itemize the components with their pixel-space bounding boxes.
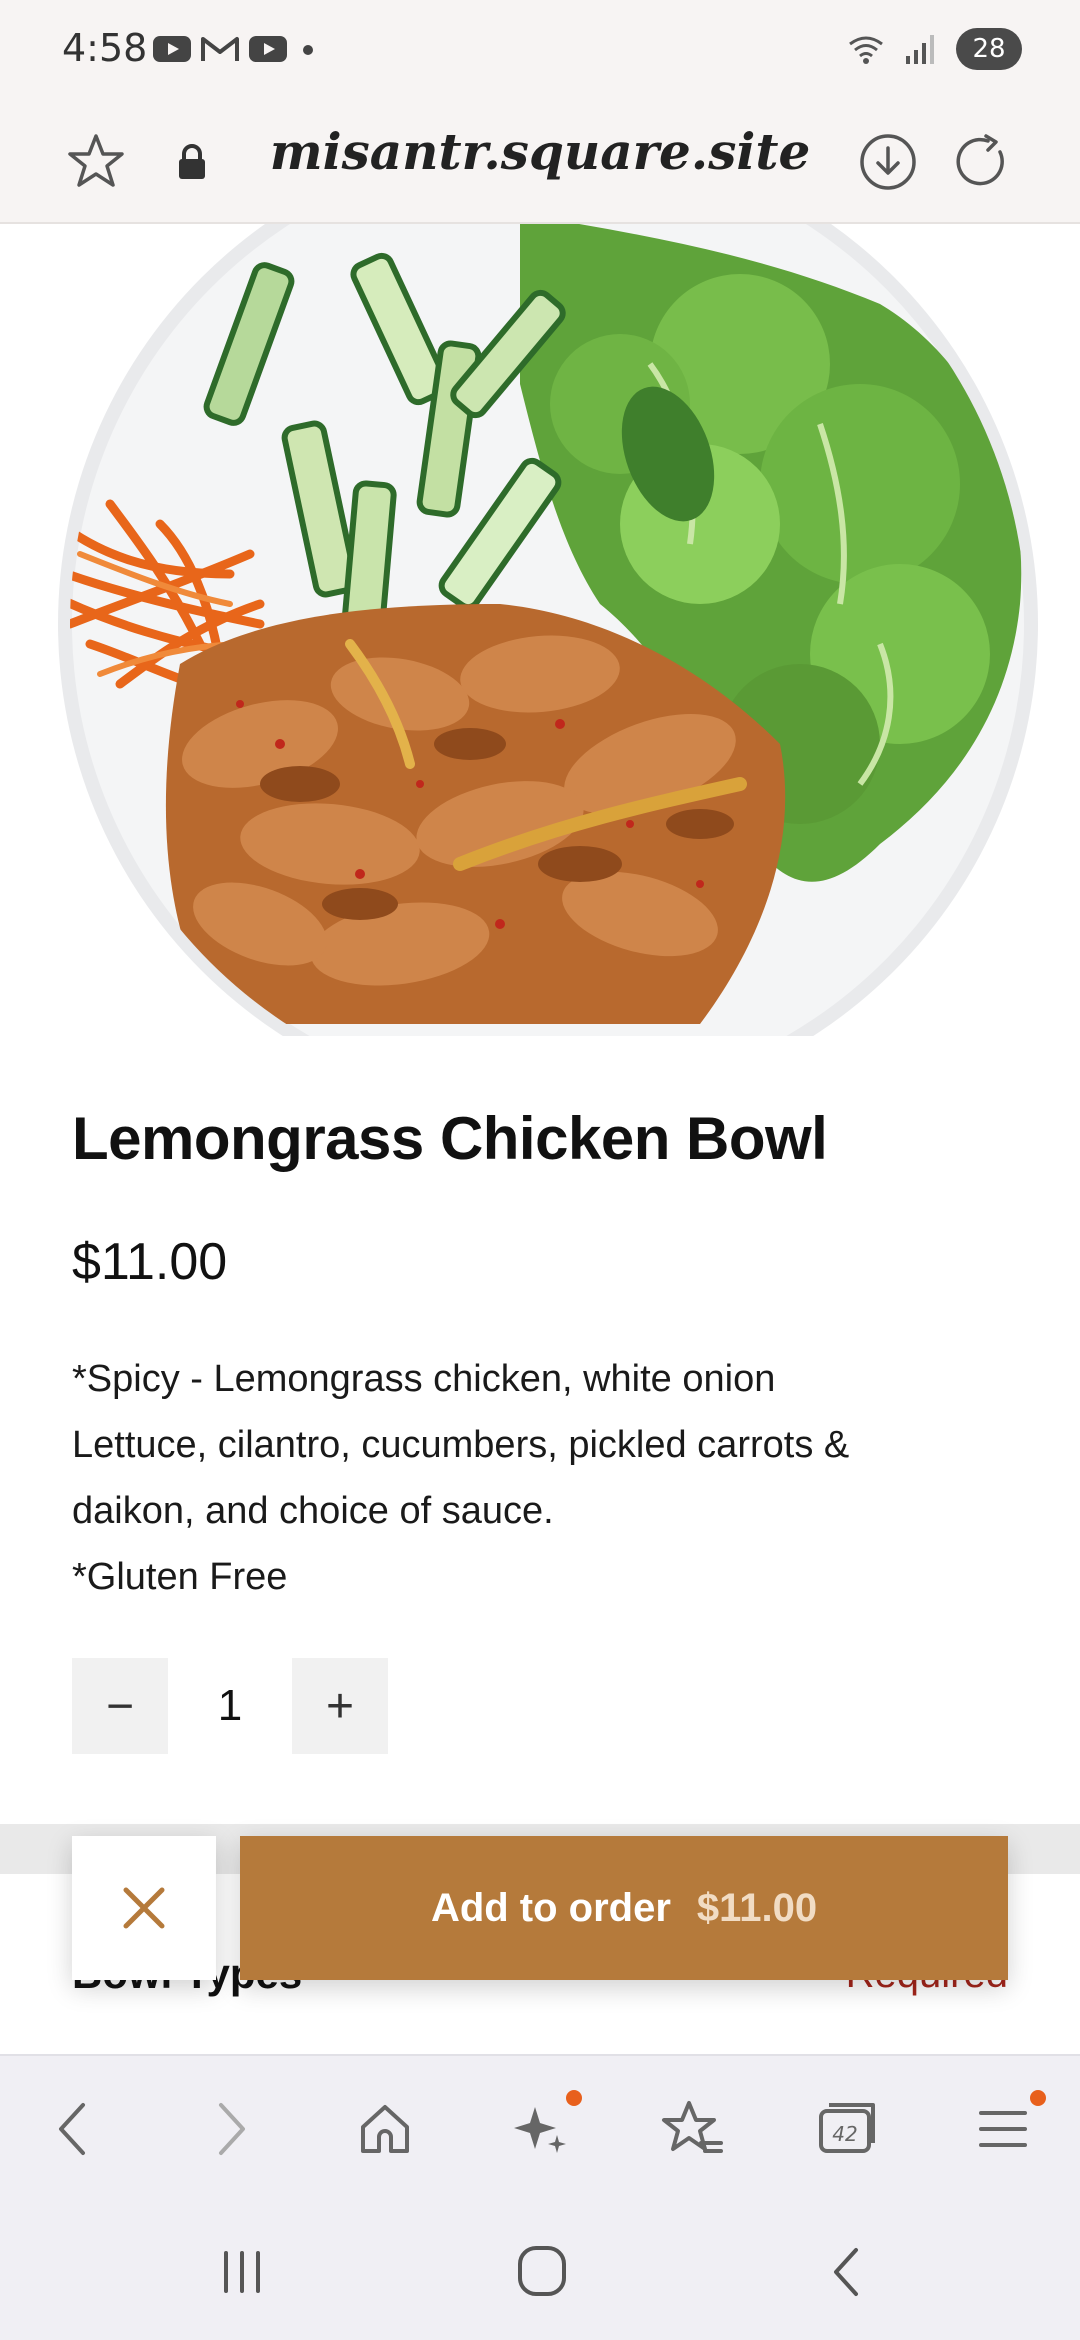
decrement-button[interactable]: −: [72, 1658, 168, 1754]
close-icon: [123, 1887, 165, 1929]
recents-icon[interactable]: [202, 2242, 282, 2302]
product-price: $11.00: [72, 1233, 228, 1291]
battery-indicator: 28: [956, 28, 1022, 70]
add-to-order-price: $11.00: [696, 1885, 818, 1930]
back-icon[interactable]: [806, 2242, 886, 2302]
notification-dot: [1030, 2090, 1046, 2106]
sparkle-icon[interactable]: [506, 2094, 576, 2164]
product-image: [0, 224, 1080, 1036]
back-icon[interactable]: [38, 2094, 108, 2164]
youtube-icon: [153, 36, 191, 62]
system-nav-bar: [0, 2200, 1080, 2340]
status-time: 4:58: [62, 26, 148, 70]
description-line: Lettuce, cilantro, cucumbers, pickled ca…: [72, 1424, 850, 1466]
forward-icon[interactable]: [196, 2094, 266, 2164]
browser-url-bar: misantr.square.site: [0, 100, 1080, 224]
status-bar: 4:58 28: [0, 0, 1080, 100]
notification-dot: [566, 2090, 582, 2106]
description-line: daikon, and choice of sauce.: [72, 1490, 554, 1532]
wifi-icon: [849, 36, 883, 64]
dot-icon: [303, 45, 313, 55]
menu-icon[interactable]: [968, 2094, 1038, 2164]
home-icon[interactable]: [350, 2094, 420, 2164]
bookmarks-icon[interactable]: [658, 2094, 728, 2164]
quantity-stepper: − 1 +: [72, 1658, 388, 1754]
product-title: Lemongrass Chicken Bowl: [72, 1105, 828, 1172]
status-system: 28: [846, 28, 1022, 70]
tabs-count: 42: [832, 2122, 857, 2146]
status-notifications: [152, 34, 320, 64]
description-line: *Gluten Free: [72, 1556, 288, 1598]
add-to-order-button[interactable]: Add to order $11.00: [240, 1836, 1008, 1980]
close-button[interactable]: [72, 1836, 216, 1980]
tabs-icon[interactable]: 42: [812, 2094, 882, 2164]
increment-button[interactable]: +: [292, 1658, 388, 1754]
signal-icon: [906, 35, 934, 64]
product-description: *Spicy - Lemongrass chicken, white onion…: [72, 1346, 1032, 1610]
browser-bottom-nav: 42: [0, 2054, 1080, 2200]
home-icon[interactable]: [502, 2242, 582, 2302]
reload-icon[interactable]: [950, 122, 1014, 202]
quantity-value: 1: [217, 1681, 243, 1730]
youtube-icon: [249, 36, 287, 62]
download-icon[interactable]: [856, 122, 920, 202]
description-line: *Spicy - Lemongrass chicken, white onion: [72, 1358, 776, 1400]
gmail-icon: [201, 37, 239, 61]
add-to-order-label: Add to order: [430, 1885, 671, 1930]
